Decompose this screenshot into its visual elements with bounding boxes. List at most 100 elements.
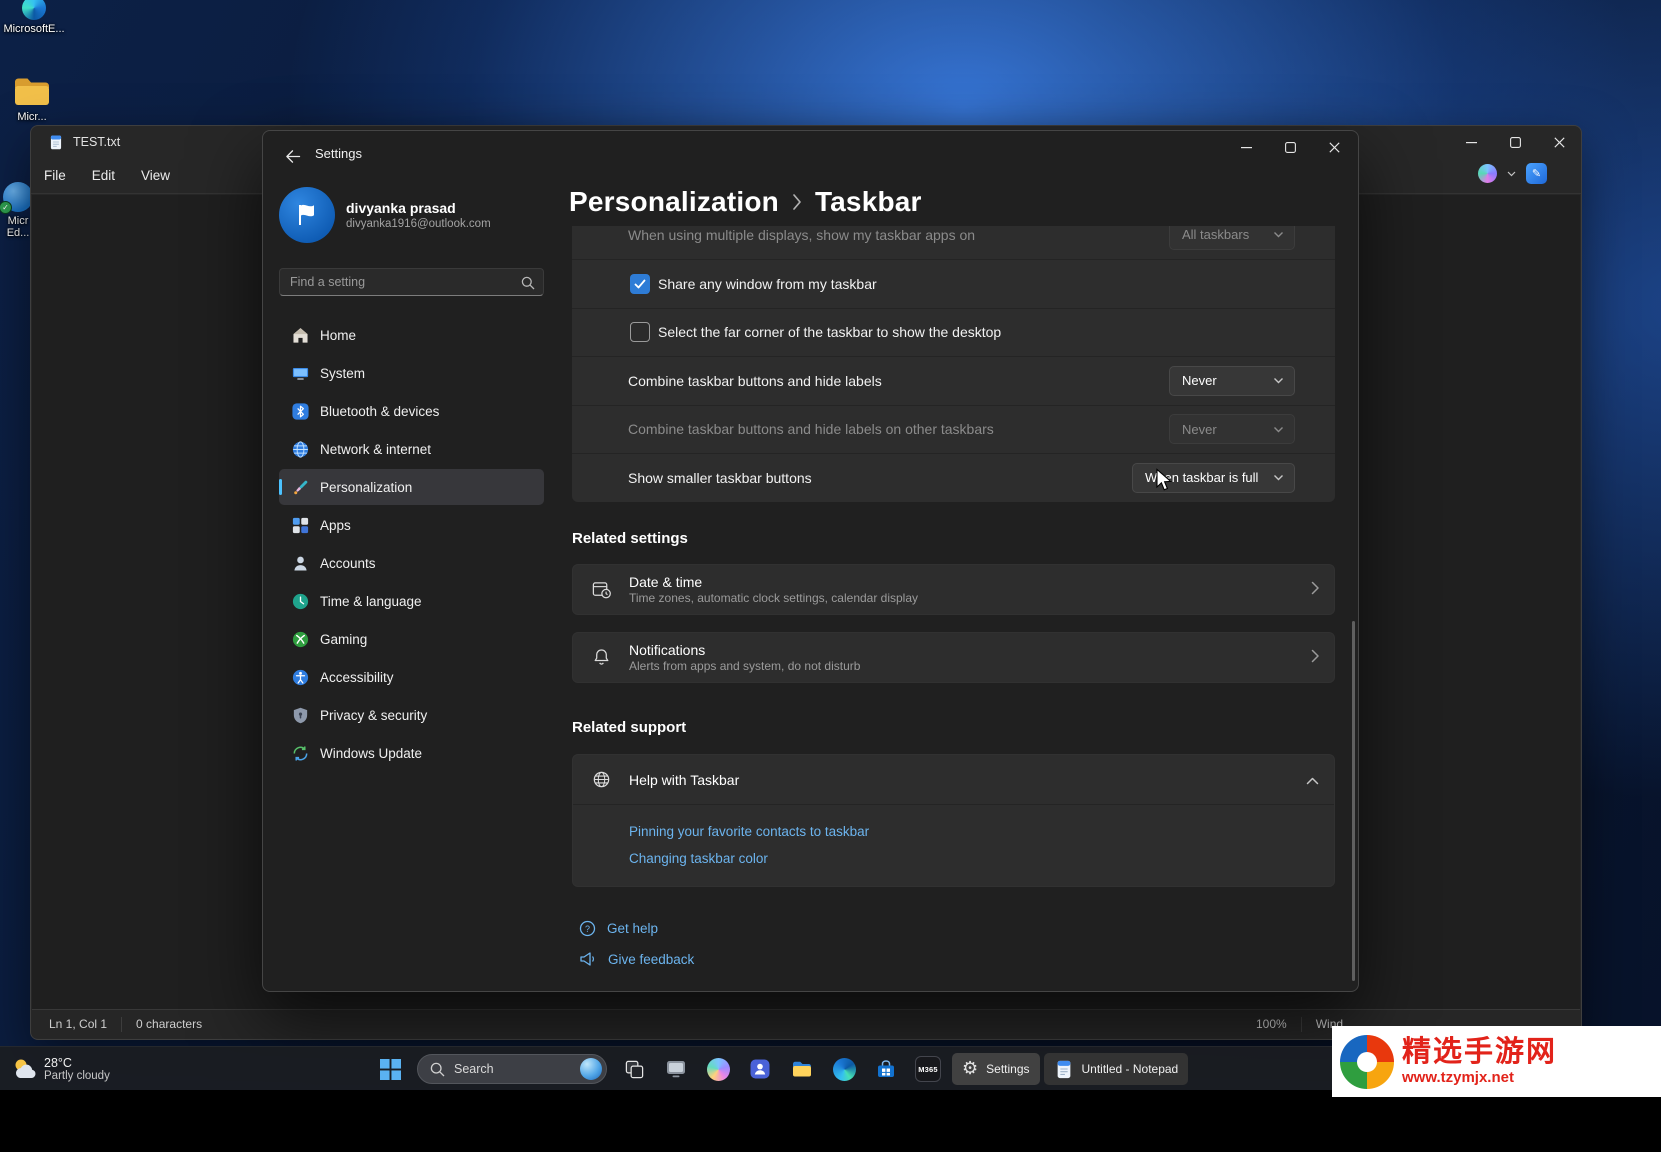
chevron-down-icon[interactable] [1507,171,1516,177]
notepad-tab[interactable]: TEST.txt [31,134,120,150]
time-language-icon [291,592,310,611]
settings-window: Settings divyanka prasad divyanka1916@ou… [262,130,1359,992]
chevron-right-icon [1311,649,1319,666]
sidebar-item-apps[interactable]: Apps [279,507,544,543]
m365-button[interactable]: M365 [908,1049,948,1089]
dropdown-value: Never [1182,422,1217,437]
task-view-button[interactable] [614,1049,654,1089]
edge-button[interactable] [824,1049,864,1089]
store-icon [875,1058,897,1080]
help-with-taskbar-card: Help with Taskbar Pinning your favorite … [572,754,1335,887]
store-button[interactable] [866,1049,906,1089]
settings-sidebar: Home System Bluetooth & devices Network … [279,317,544,773]
help-card-header[interactable]: Help with Taskbar [573,755,1334,804]
chat-button[interactable] [740,1049,780,1089]
setting-label: Select the far corner of the taskbar to … [658,324,1001,340]
sidebar-item-accessibility[interactable]: Accessibility [279,659,544,695]
pinned-app-button[interactable] [656,1049,696,1089]
accessibility-icon [291,668,310,687]
setting-label: Share any window from my taskbar [658,276,877,292]
search-highlight-icon[interactable] [580,1058,602,1080]
task-view-icon [624,1059,645,1080]
personalization-icon [291,478,310,497]
copilot-button[interactable] [698,1049,738,1089]
sidebar-item-privacy-security[interactable]: Privacy & security [279,697,544,733]
chevron-down-icon [1273,474,1284,481]
settings-gear-icon: ⚙ [962,1060,978,1078]
get-help-label: Get help [607,921,658,936]
related-settings-header: Related settings [572,530,688,547]
chevron-up-icon[interactable] [1306,772,1319,788]
menu-file[interactable]: File [31,162,79,189]
dropdown-value: All taskbars [1182,227,1249,242]
widgets-weather-button[interactable]: 28°C Partly cloudy [4,1049,118,1089]
sidebar-item-home[interactable]: Home [279,317,544,353]
sidebar-item-personalization[interactable]: Personalization [279,469,544,505]
sidebar-item-gaming[interactable]: Gaming [279,621,544,657]
settings-maximize-button[interactable] [1268,131,1312,163]
date-time-card[interactable]: Date & time Time zones, automatic clock … [572,564,1335,615]
notepad-account-icon[interactable]: ✎ [1526,163,1547,184]
setting-label: When using multiple displays, show my ta… [628,227,975,243]
card-subtitle: Time zones, automatic clock settings, ca… [629,591,918,606]
search-input[interactable] [280,269,510,295]
give-feedback-link[interactable]: Give feedback [579,951,694,967]
setting-label: Show smaller taskbar buttons [628,470,812,486]
settings-taskbar-button[interactable]: ⚙ Settings [952,1053,1040,1085]
privacy-shield-icon [291,706,310,725]
setting-label: Combine taskbar buttons and hide labels … [628,421,994,437]
menu-view[interactable]: View [128,162,183,189]
combine-buttons-dropdown[interactable]: Never [1169,366,1295,396]
get-help-link[interactable]: ? Get help [579,920,658,937]
sidebar-item-bluetooth-devices[interactable]: Bluetooth & devices [279,393,544,429]
user-badge-icon: ✓ [3,182,33,212]
notepad-close-button[interactable] [1537,126,1581,158]
breadcrumb-personalization[interactable]: Personalization [569,186,779,218]
share-window-checkbox[interactable] [630,274,650,294]
windows-update-icon [291,744,310,763]
settings-window-controls [1224,131,1356,163]
accounts-icon [291,554,310,573]
taskbar-behaviors-group: When using multiple displays, show my ta… [572,226,1335,502]
notepad-maximize-button[interactable] [1493,126,1537,158]
svg-text:?: ? [585,924,590,934]
notepad-taskbar-label: Untitled - Notepad [1082,1062,1179,1076]
desktop-icon-label: Micr [8,215,29,227]
help-link-taskbar-color[interactable]: Changing taskbar color [629,845,1334,872]
chat-icon [749,1058,771,1080]
taskbar-search-box[interactable]: Search [417,1054,607,1084]
copilot-icon [707,1058,730,1081]
start-button[interactable] [370,1049,410,1089]
sidebar-item-accounts[interactable]: Accounts [279,545,544,581]
notepad-taskbar-button[interactable]: Untitled - Notepad [1044,1053,1189,1085]
settings-minimize-button[interactable] [1224,131,1268,163]
sidebar-item-windows-update[interactable]: Windows Update [279,735,544,771]
sidebar-item-network-internet[interactable]: Network & internet [279,431,544,467]
settings-close-button[interactable] [1312,131,1356,163]
sidebar-item-system[interactable]: System [279,355,544,391]
sidebar-item-time-language[interactable]: Time & language [279,583,544,619]
settings-taskbar-label: Settings [986,1062,1029,1076]
check-icon [634,279,646,289]
back-button[interactable] [277,144,307,168]
help-link-pinning-contacts[interactable]: Pinning your favorite contacts to taskba… [629,818,1334,845]
account-summary[interactable]: divyanka prasad divyanka1916@outlook.com [279,187,491,243]
desktop-icon-folder[interactable]: Micr... [0,76,64,123]
bluetooth-icon [291,402,310,421]
notepad-minimize-button[interactable] [1449,126,1493,158]
copilot-icon[interactable] [1478,164,1497,183]
notepad-icon [1054,1059,1074,1079]
settings-search-box [279,268,544,296]
menu-edit[interactable]: Edit [79,162,128,189]
scrollbar[interactable] [1352,621,1355,981]
card-subtitle: Alerts from apps and system, do not dist… [629,659,860,674]
notifications-card[interactable]: Notifications Alerts from apps and syste… [572,632,1335,683]
chevron-down-icon [1273,377,1284,384]
setting-row-combine-buttons: Combine taskbar buttons and hide labels … [572,356,1335,405]
file-explorer-button[interactable] [782,1049,822,1089]
desktop-icon-edge[interactable]: MicrosoftE... [2,0,66,35]
pinned-app-icon [665,1058,687,1080]
far-corner-checkbox[interactable] [630,322,650,342]
edge-icon [833,1058,856,1081]
notepad-tab-title: TEST.txt [73,135,120,149]
